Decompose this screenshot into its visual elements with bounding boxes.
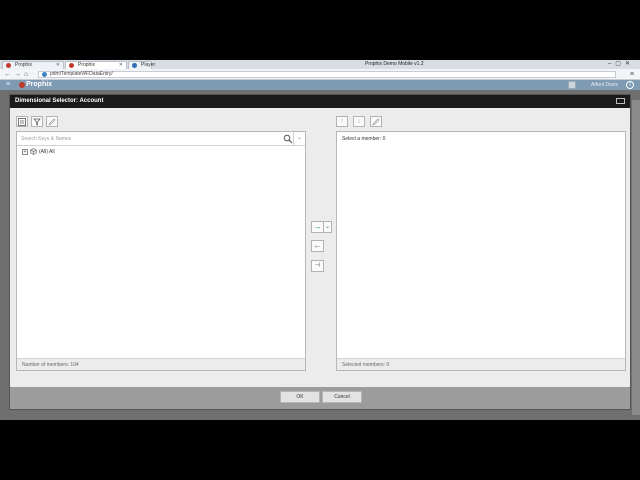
hierarchy-icon: [33, 118, 41, 126]
prophix-favicon-icon: [6, 63, 11, 68]
arrow-up-icon: ↑: [340, 118, 344, 125]
page-scrollbar[interactable]: [632, 100, 640, 415]
view-list-button[interactable]: [16, 116, 28, 127]
avatar[interactable]: [568, 81, 576, 89]
close-tab-icon[interactable]: ✕: [56, 62, 60, 69]
move-up-button[interactable]: ↑: [336, 116, 348, 127]
member-count: Number of members: 104: [17, 358, 305, 370]
prophix-favicon-icon: [69, 63, 74, 68]
hamburger-icon[interactable]: ≡: [6, 81, 10, 89]
search-input[interactable]: [21, 135, 271, 143]
url-bar[interactable]: pdm/TemplateWFDataEntry/: [38, 71, 616, 78]
search-icon[interactable]: [283, 134, 293, 144]
filter-button[interactable]: [31, 116, 43, 127]
edit-icon: [372, 118, 380, 126]
remove-member-button[interactable]: ←: [311, 240, 324, 252]
tree-item-label: (All) All: [39, 149, 55, 155]
add-options-dropdown[interactable]: ⌄: [323, 221, 332, 233]
ok-button[interactable]: OK: [280, 391, 320, 403]
site-info-icon: [42, 72, 47, 77]
search-box: ⌄: [17, 132, 305, 146]
info-icon[interactable]: i: [626, 81, 634, 89]
selection-title: Select a member: 0: [342, 136, 386, 142]
dialog-title: Dimensional Selector: Account: [15, 98, 104, 104]
cube-icon: [30, 148, 37, 155]
members-panel: ⌄ + (All) All Number of members: 104: [16, 131, 306, 371]
arrow-right-icon: →: [313, 222, 322, 231]
tab-label: Prophix: [78, 62, 95, 68]
user-name[interactable]: Alfred Davis: [591, 82, 618, 88]
back-icon[interactable]: ←: [4, 70, 11, 79]
dialog-footer: OK Cancel: [10, 387, 630, 409]
tab-label: Player: [141, 62, 156, 68]
expand-icon[interactable]: +: [22, 149, 28, 155]
tab-label: Prophix: [15, 62, 32, 68]
close-tab-icon[interactable]: ✕: [119, 62, 123, 69]
app-header: ≡ Prophix Alfred Davis i: [0, 80, 640, 90]
browser-tab-2[interactable]: Prophix ✕: [65, 61, 127, 69]
browser-tabbar: Prophix ✕ Prophix ✕ Player Prophix Demo …: [0, 60, 640, 69]
list-view-icon: [18, 118, 26, 126]
url-text: pdm/TemplateWFDataEntry/: [50, 71, 113, 77]
browser-tab-3[interactable]: Player: [128, 61, 156, 69]
browser-addressbar: ← → ⌂ pdm/TemplateWFDataEntry/ ≡: [0, 69, 640, 80]
dialog-header: Dimensional Selector: Account: [10, 95, 630, 108]
maximize-icon[interactable]: [616, 98, 625, 104]
app-logo: Prophix: [26, 81, 53, 88]
window-title: Prophix Demo Mobile v1.2: [365, 61, 424, 67]
selected-members-panel: Select a member: 0 Selected members: 0: [336, 131, 626, 371]
chevron-down-icon[interactable]: ⌄: [293, 132, 305, 145]
screen: Prophix ✕ Prophix ✕ Player Prophix Demo …: [0, 60, 640, 420]
forward-icon[interactable]: →: [14, 70, 21, 79]
browser-menu-icon[interactable]: ≡: [630, 70, 634, 79]
remove-all-button[interactable]: ⊣: [311, 260, 324, 272]
edit-button[interactable]: [46, 116, 58, 127]
remove-all-icon: ⊣: [314, 262, 321, 269]
arrow-left-icon: ←: [313, 241, 322, 250]
home-icon[interactable]: ⌂: [24, 70, 28, 79]
cancel-button[interactable]: Cancel: [322, 391, 362, 403]
logo-icon: [19, 82, 25, 88]
chevron-down-icon: ⌄: [324, 224, 331, 230]
selected-count: Selected members: 0: [337, 358, 625, 370]
move-down-button[interactable]: ↓: [353, 116, 365, 127]
dimensional-selector-dialog: Dimensional Selector: Account ↑ ↓ ⌄: [9, 94, 631, 410]
arrow-down-icon: ↓: [357, 118, 361, 125]
player-favicon-icon: [132, 63, 137, 68]
edit-selection-button[interactable]: [370, 116, 382, 127]
edit-icon: [48, 118, 56, 126]
window-controls[interactable]: –▢✕: [608, 61, 634, 68]
browser-tab-1[interactable]: Prophix ✕: [2, 61, 64, 69]
